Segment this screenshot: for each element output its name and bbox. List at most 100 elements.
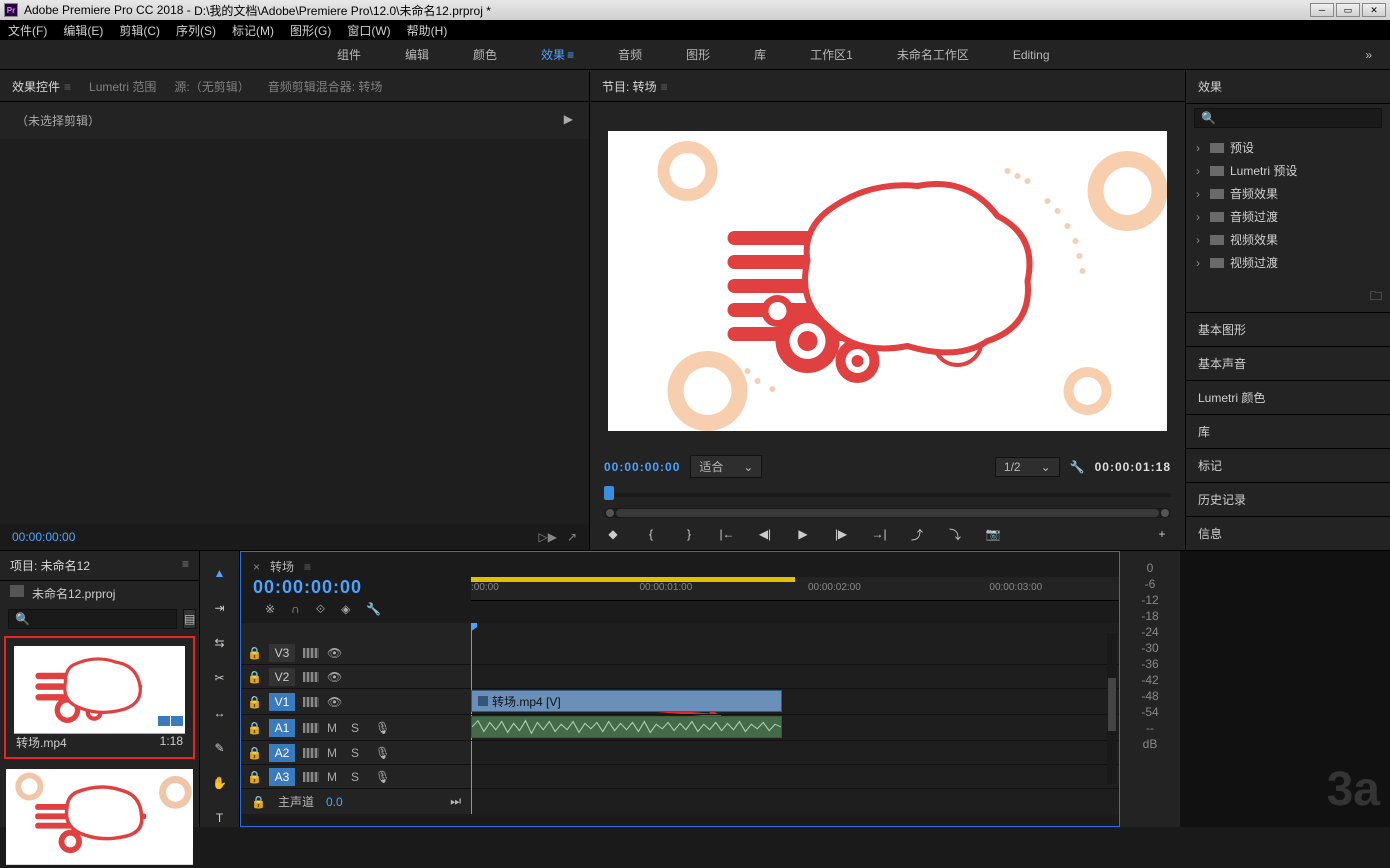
effects-folder-audio-trans[interactable]: ›音频过渡 — [1194, 205, 1382, 228]
window-close-button[interactable]: ✕ — [1362, 3, 1386, 17]
tab-source-monitor[interactable]: 源:（无剪辑） — [174, 78, 249, 95]
timeline-tracks-area[interactable]: 转场.mp4 [V] — [471, 623, 1119, 814]
tab-program[interactable]: 节目: 转场≡ — [602, 78, 668, 95]
program-zoom-scrollbar[interactable] — [604, 508, 1171, 518]
track-header-v3[interactable]: 🔒V3👁 — [241, 641, 471, 665]
timeline-vertical-scrollbar[interactable] — [1107, 633, 1117, 784]
extract-button[interactable]: ⤵ — [946, 526, 964, 542]
program-fit-dropdown[interactable]: 适合⌄ — [690, 455, 762, 478]
linked-selection-icon[interactable]: ⟐ — [316, 602, 325, 617]
go-to-out-button[interactable]: →| — [870, 526, 888, 542]
menu-clip[interactable]: 剪辑(C) — [119, 22, 160, 39]
step-forward-button[interactable]: |▶ — [832, 526, 850, 542]
video-clip-v1[interactable]: 转场.mp4 [V] — [471, 690, 782, 712]
workspace-overflow-button[interactable]: » — [1347, 48, 1390, 62]
loop-icon[interactable]: ▷▶ — [538, 530, 556, 544]
timeline-ruler[interactable]: :00:00 00:00:01:00 00:00:02:00 00:00:03:… — [471, 577, 1119, 601]
slip-tool[interactable]: ↔ — [210, 703, 230, 722]
workspace-tab-assembly[interactable]: 组件 — [315, 40, 383, 69]
lift-button[interactable]: ⤴ — [908, 526, 926, 542]
timeline-timecode[interactable]: 00:00:00:00 — [253, 577, 471, 598]
menu-edit[interactable]: 编辑(E) — [63, 22, 103, 39]
program-resolution-dropdown[interactable]: 1/2⌄ — [995, 457, 1060, 477]
panel-essential-graphics[interactable]: 基本图形 — [1186, 312, 1390, 346]
program-preview-area[interactable] — [590, 102, 1185, 451]
panel-libraries[interactable]: 库 — [1186, 414, 1390, 448]
program-tc-current[interactable]: 00:00:00:00 — [604, 460, 680, 474]
track-header-v1[interactable]: 🔒V1👁 — [241, 689, 471, 715]
type-tool[interactable]: T — [210, 808, 230, 827]
project-asset-selected[interactable]: 转场.mp41:18 — [4, 636, 195, 759]
workspace-tab-effects[interactable]: 效果≡ — [519, 40, 596, 69]
magnet-icon[interactable]: ∩ — [291, 602, 300, 617]
effects-folder-presets[interactable]: ›预设 — [1194, 136, 1382, 159]
button-editor-button[interactable]: + — [1153, 526, 1171, 542]
track-header-v2[interactable]: 🔒V2👁 — [241, 665, 471, 689]
pen-tool[interactable]: ✎ — [210, 738, 230, 757]
track-header-a3[interactable]: 🔒A3MS🎙 — [241, 765, 471, 789]
menu-window[interactable]: 窗口(W) — [347, 22, 390, 39]
window-minimize-button[interactable]: ─ — [1310, 3, 1334, 17]
workspace-tab-custom1[interactable]: 工作区1 — [788, 40, 875, 69]
program-scrubber[interactable] — [604, 484, 1171, 506]
workspace-tab-color[interactable]: 颜色 — [451, 40, 519, 69]
panel-essential-sound[interactable]: 基本声音 — [1186, 346, 1390, 380]
effects-folder-video-fx[interactable]: ›视频效果 — [1194, 228, 1382, 251]
tab-effect-controls[interactable]: 效果控件≡ — [12, 78, 71, 95]
snap-icon[interactable]: ※ — [265, 602, 275, 617]
window-maximize-button[interactable]: ▭ — [1336, 3, 1360, 17]
export-frame-icon[interactable]: ↗ — [567, 530, 577, 544]
go-to-in-button[interactable]: |← — [718, 526, 736, 542]
menu-file[interactable]: 文件(F) — [8, 22, 47, 39]
menu-sequence[interactable]: 序列(S) — [176, 22, 216, 39]
add-marker-button[interactable]: ◆ — [604, 526, 622, 542]
project-asset-2[interactable] — [0, 763, 199, 849]
panel-history[interactable]: 历史记录 — [1186, 482, 1390, 516]
track-header-a1[interactable]: 🔒A1MS🎙 — [241, 715, 471, 741]
effects-folder-lumetri[interactable]: ›Lumetri 预设 — [1194, 159, 1382, 182]
program-settings-icon[interactable]: 🔧 — [1070, 460, 1085, 474]
workspace-tab-audio[interactable]: 音频 — [596, 40, 664, 69]
workspace-tab-unnamed[interactable]: 未命名工作区 — [875, 40, 991, 69]
timeline-zoom-scrollbar[interactable] — [249, 818, 1111, 822]
track-header-a2[interactable]: 🔒A2MS🎙 — [241, 741, 471, 765]
sequence-name[interactable]: 转场 — [270, 558, 294, 575]
effects-folder-audio-fx[interactable]: ›音频效果 — [1194, 182, 1382, 205]
hand-tool[interactable]: ✋ — [210, 773, 230, 792]
razor-tool[interactable]: ✂ — [210, 668, 230, 687]
effects-folder-video-trans[interactable]: ›视频过渡 — [1194, 251, 1382, 274]
panel-markers[interactable]: 标记 — [1186, 448, 1390, 482]
effect-controls-timecode[interactable]: 00:00:00:00 — [12, 530, 75, 544]
workspace-tab-graphics[interactable]: 图形 — [664, 40, 732, 69]
panel-info[interactable]: 信息 — [1186, 516, 1390, 550]
tab-project[interactable]: 项目: 未命名12 — [10, 557, 90, 574]
mark-in-button[interactable]: { — [642, 526, 660, 542]
project-view-toggle-button[interactable]: ▤ — [183, 609, 196, 629]
panel-lumetri-color[interactable]: Lumetri 颜色 — [1186, 380, 1390, 414]
audio-clip-a1[interactable] — [471, 716, 782, 738]
tab-audio-clip-mixer[interactable]: 音频剪辑混合器: 转场 — [268, 78, 383, 95]
track-select-tool[interactable]: ⇥ — [210, 598, 230, 617]
step-back-button[interactable]: ◀| — [756, 526, 774, 542]
settings-wrench-icon[interactable]: 🔧 — [366, 602, 381, 617]
workspace-tab-editing[interactable]: 编辑 — [383, 40, 451, 69]
project-panel-menu-icon[interactable]: ≡ — [182, 557, 189, 574]
export-frame-button[interactable]: 📷 — [984, 526, 1002, 542]
new-bin-icon[interactable]: 🗀 — [1186, 283, 1390, 312]
effect-controls-play-icon[interactable]: ▶ — [564, 112, 573, 129]
menu-help[interactable]: 帮助(H) — [407, 22, 448, 39]
workspace-tab-library[interactable]: 库 — [732, 40, 788, 69]
workspace-tab-editing-en[interactable]: Editing — [991, 42, 1072, 68]
project-search-input[interactable] — [8, 609, 177, 629]
ripple-edit-tool[interactable]: ⇆ — [210, 633, 230, 652]
play-button[interactable]: ▶ — [794, 526, 812, 542]
marker-span-icon[interactable]: ◈ — [341, 602, 350, 617]
selection-tool[interactable]: ▲ — [210, 563, 230, 582]
master-track-header[interactable]: 🔒主声道0.0⏭ — [241, 789, 471, 814]
effects-search-input[interactable] — [1194, 108, 1382, 128]
mark-out-button[interactable]: } — [680, 526, 698, 542]
menu-graphics[interactable]: 图形(G) — [290, 22, 331, 39]
tab-lumetri-scopes[interactable]: Lumetri 范围 — [89, 78, 156, 95]
app-menubar: 文件(F) 编辑(E) 剪辑(C) 序列(S) 标记(M) 图形(G) 窗口(W… — [0, 20, 1390, 40]
menu-marker[interactable]: 标记(M) — [232, 22, 274, 39]
